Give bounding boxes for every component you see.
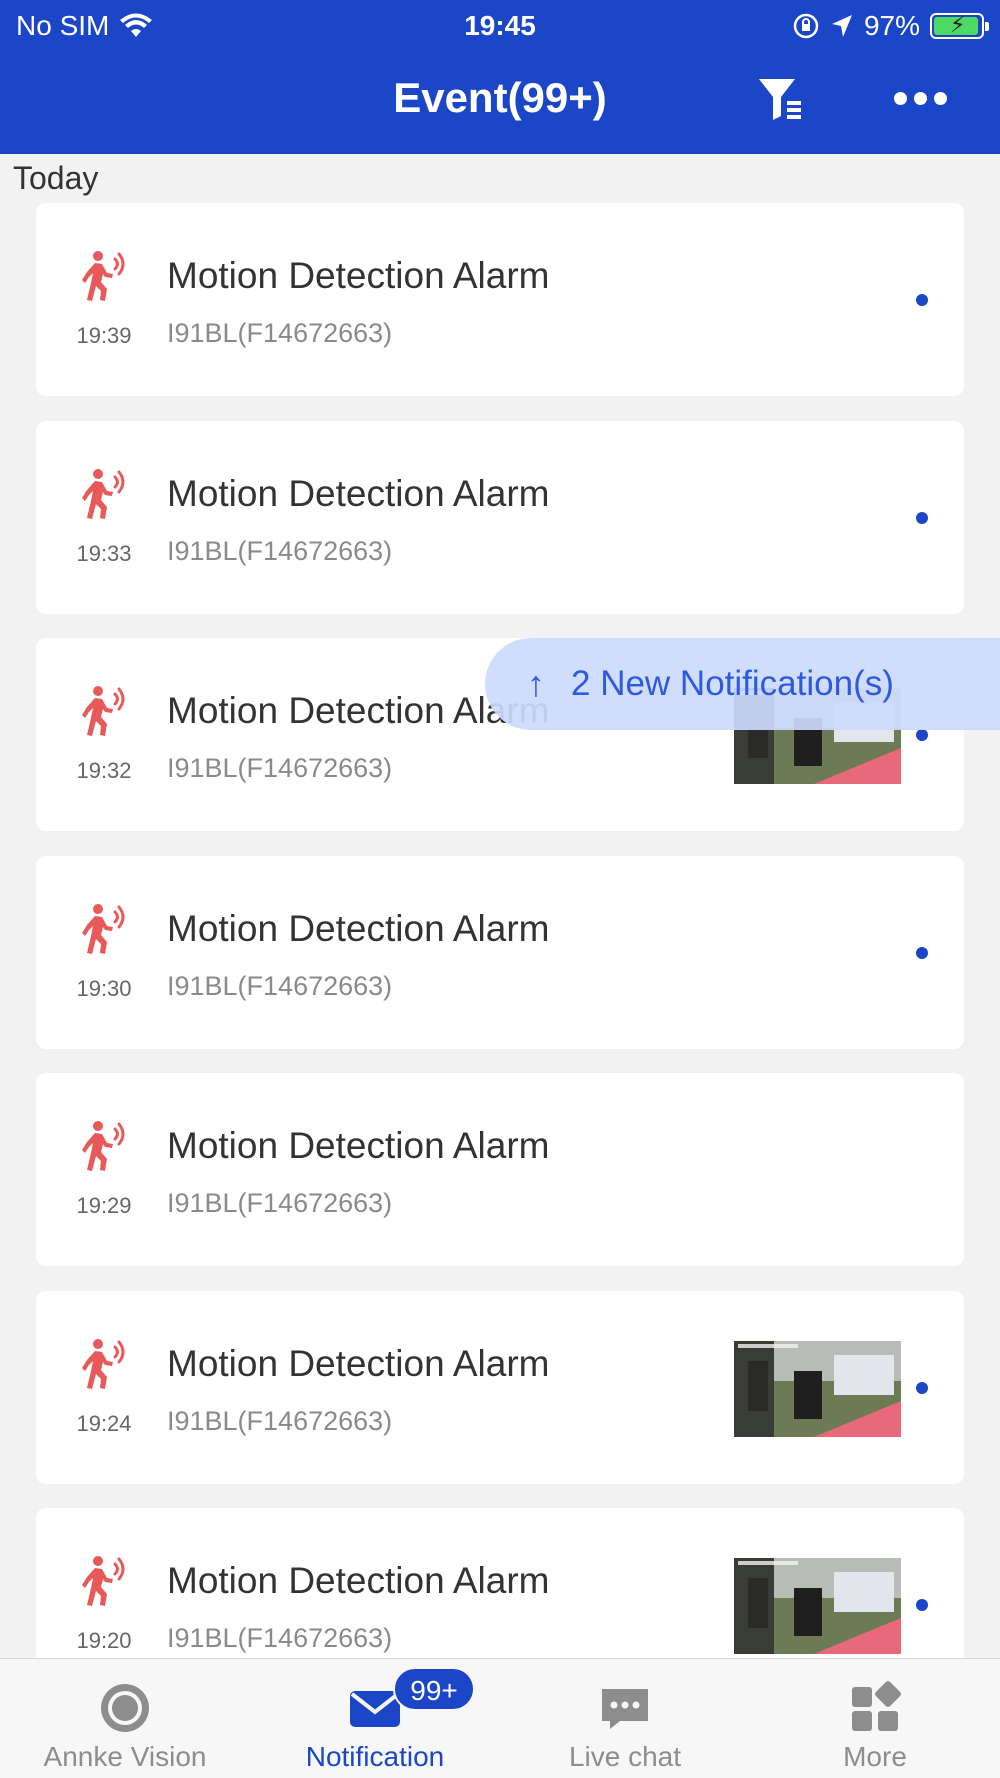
- unread-dot: [916, 1599, 928, 1611]
- event-device: I91BL(F14672663): [167, 535, 393, 566]
- unread-dot: [916, 946, 928, 959]
- motion-alarm-icon: [82, 903, 125, 954]
- page-title: Event(99+): [393, 74, 607, 121]
- orientation-lock-icon: [793, 13, 819, 39]
- event-device: I91BL(F14672663): [167, 970, 393, 1001]
- event-card[interactable]: 19:39 Motion Detection Alarm I91BL(F146726…: [36, 203, 964, 396]
- event-card[interactable]: 19:33 Motion Detection Alarm I91BL(F146726…: [36, 420, 964, 614]
- event-time: 19:29: [76, 1193, 132, 1218]
- motion-alarm-icon: [82, 1121, 125, 1171]
- unread-dot: [916, 511, 928, 524]
- event-device: I91BL(F14672663): [167, 1623, 393, 1653]
- unread-dot: [916, 294, 928, 306]
- event-title: Motion Detection Alarm: [167, 907, 550, 949]
- status-right-group: 97% ⚡: [792, 10, 989, 42]
- filter-button[interactable]: [756, 74, 806, 124]
- motion-alarm-icon: [82, 1338, 125, 1389]
- event-thumbnail[interactable]: [734, 1558, 901, 1654]
- event-time: 19:33: [76, 540, 132, 566]
- motion-alarm-icon: [82, 468, 125, 519]
- arrow-up-icon: ↑: [527, 663, 545, 704]
- event-time: 19:20: [76, 1628, 132, 1653]
- tab-label: Notification: [305, 1741, 445, 1772]
- motion-alarm-icon: [82, 251, 125, 301]
- tab-notification[interactable]: 99+ Notification: [250, 1659, 500, 1778]
- event-time: 19:30: [76, 975, 132, 1001]
- more-icon-dot: [934, 92, 947, 105]
- event-card[interactable]: 19:24 Motion Detection Alarm I91BL(F146726…: [36, 1290, 964, 1484]
- notification-badge: 99+: [393, 1667, 475, 1711]
- camera-lens-icon: [101, 1684, 149, 1732]
- chat-bubble-icon: [602, 1689, 648, 1729]
- event-card[interactable]: 19:29 Motion Detection Alarm I91BL(F146726…: [36, 1073, 964, 1266]
- new-notifications-toast[interactable]: ↑ 2 New Notification(s): [485, 638, 1000, 730]
- event-time: 19:39: [76, 323, 132, 348]
- event-thumbnail[interactable]: [734, 1340, 901, 1437]
- motion-alarm-icon: [82, 686, 125, 736]
- event-title: Motion Detection Alarm: [167, 1125, 550, 1166]
- event-title: Motion Detection Alarm: [167, 1342, 550, 1384]
- tab-live-chat[interactable]: Live chat: [500, 1659, 750, 1778]
- event-time: 19:32: [76, 758, 132, 783]
- location-arrow-icon: [831, 15, 852, 37]
- more-icon-dot: [914, 92, 927, 105]
- battery-icon: ⚡: [930, 12, 989, 39]
- motion-alarm-icon: [82, 1556, 125, 1606]
- more-button[interactable]: [894, 92, 947, 105]
- tab-label: More: [843, 1741, 907, 1772]
- tab-more[interactable]: More: [750, 1659, 1000, 1778]
- event-device: I91BL(F14672663): [167, 753, 393, 783]
- event-time: 19:24: [76, 1410, 132, 1436]
- tab-label: Live chat: [568, 1741, 682, 1772]
- unread-dot: [916, 1381, 928, 1394]
- top-bar: No SIM 19:45 97% ⚡ Event(99+): [0, 0, 1000, 154]
- filter-icon: [759, 79, 801, 120]
- section-header-today: Today: [13, 160, 99, 196]
- event-title: Motion Detection Alarm: [167, 255, 550, 296]
- event-card[interactable]: 19:30 Motion Detection Alarm I91BL(F146726…: [36, 855, 964, 1049]
- event-device: I91BL(F14672663): [167, 1405, 393, 1436]
- tab-label: Annke Vision: [43, 1741, 207, 1772]
- notification-screen: No SIM 19:45 97% ⚡ Event(99+) Today 19:3…: [0, 0, 1000, 1778]
- bottom-tab-bar: Annke Vision 99+ Notification Live chat: [0, 1658, 1000, 1778]
- more-icon-dot: [894, 92, 907, 105]
- battery-percent: 97%: [863, 10, 920, 41]
- grid-apps-icon: [852, 1681, 901, 1731]
- toast-label: 2 New Notification(s): [571, 664, 894, 703]
- event-device: I91BL(F14672663): [167, 1188, 393, 1218]
- tab-annke-vision[interactable]: Annke Vision: [0, 1659, 250, 1778]
- event-device: I91BL(F14672663): [167, 318, 393, 348]
- status-bar: No SIM 19:45 97% ⚡: [0, 0, 1000, 52]
- unread-dot: [916, 729, 928, 741]
- event-title: Motion Detection Alarm: [167, 472, 550, 514]
- event-title: Motion Detection Alarm: [167, 1560, 550, 1601]
